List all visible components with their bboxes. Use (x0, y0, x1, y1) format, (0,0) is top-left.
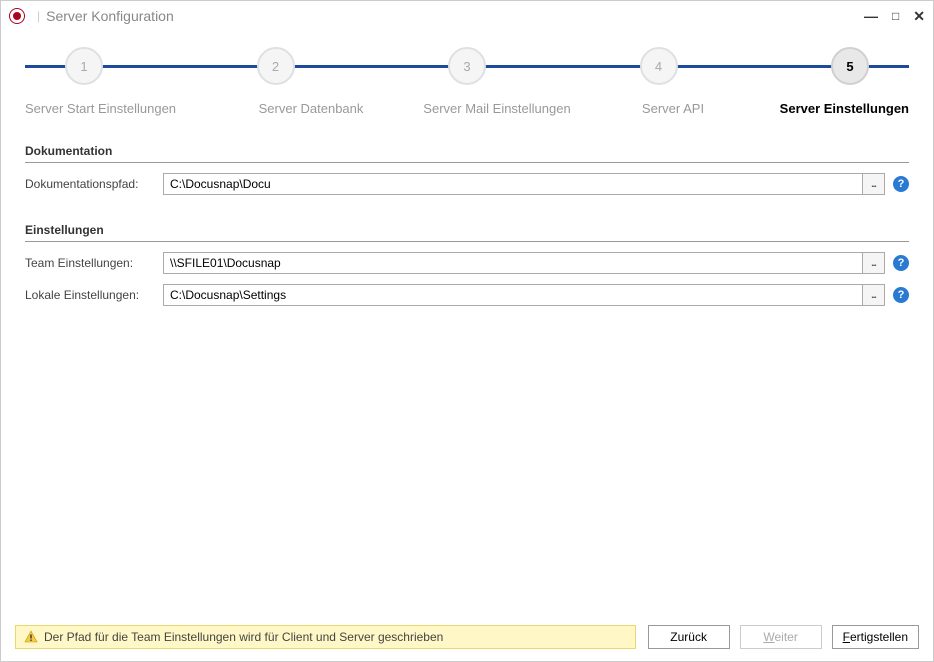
next-button: Weiter (740, 625, 822, 649)
step-circle-4[interactable]: 4 (640, 47, 678, 85)
app-icon (9, 8, 25, 24)
footer-buttons: Zurück Weiter Fertigstellen (648, 625, 919, 649)
step-label-3: Server Mail Einstellungen (397, 101, 597, 116)
back-button[interactable]: Zurück (648, 625, 730, 649)
row-team-settings: Team Einstellungen: ... ? (25, 252, 909, 274)
close-button[interactable]: ✕ (913, 8, 925, 25)
browse-local-settings-button[interactable]: ... (862, 285, 884, 305)
help-icon[interactable]: ? (893, 176, 909, 192)
maximize-button[interactable]: □ (892, 9, 899, 23)
local-settings-input[interactable] (164, 285, 862, 305)
section-title-documentation: Dokumentation (25, 138, 909, 163)
step-circle-3[interactable]: 3 (448, 47, 486, 85)
minimize-button[interactable]: — (864, 8, 878, 24)
step-label-1: Server Start Einstellungen (25, 101, 225, 116)
step-label-4: Server API (603, 101, 743, 116)
label-documentation-path: Dokumentationspfad: (25, 177, 155, 191)
window-title: Server Konfiguration (46, 8, 174, 24)
label-team-settings: Team Einstellungen: (25, 256, 155, 270)
team-settings-input[interactable] (164, 253, 862, 273)
browse-team-settings-button[interactable]: ... (862, 253, 884, 273)
finish-button[interactable]: Fertigstellen (832, 625, 919, 649)
step-circle-2[interactable]: 2 (257, 47, 295, 85)
window-controls: — □ ✕ (864, 8, 925, 25)
label-local-settings: Lokale Einstellungen: (25, 288, 155, 302)
titlebar-separator: | (37, 9, 40, 23)
stepper-labels: Server Start Einstellungen Server Datenb… (25, 101, 909, 116)
help-icon[interactable]: ? (893, 255, 909, 271)
step-circle-5[interactable]: 5 (831, 47, 869, 85)
footer: Der Pfad für die Team Einstellungen wird… (1, 615, 933, 661)
content: 1 2 3 4 5 Server Start Einstellungen Ser… (1, 31, 933, 615)
row-documentation-path: Dokumentationspfad: ... ? (25, 173, 909, 195)
input-group-local-settings: ... (163, 284, 885, 306)
step-label-2: Server Datenbank (231, 101, 391, 116)
warning-icon (24, 630, 38, 644)
section-title-settings: Einstellungen (25, 217, 909, 242)
input-group-team-settings: ... (163, 252, 885, 274)
documentation-path-input[interactable] (164, 174, 862, 194)
row-local-settings: Lokale Einstellungen: ... ? (25, 284, 909, 306)
browse-documentation-path-button[interactable]: ... (862, 174, 884, 194)
step-circle-1[interactable]: 1 (65, 47, 103, 85)
help-icon[interactable]: ? (893, 287, 909, 303)
status-message: Der Pfad für die Team Einstellungen wird… (44, 630, 443, 644)
window: | Server Konfiguration — □ ✕ 1 2 3 4 5 S… (0, 0, 934, 662)
step-label-5: Server Einstellungen (749, 101, 909, 116)
stepper: 1 2 3 4 5 (25, 47, 909, 87)
status-bar: Der Pfad für die Team Einstellungen wird… (15, 625, 636, 649)
input-group-documentation-path: ... (163, 173, 885, 195)
titlebar: | Server Konfiguration — □ ✕ (1, 1, 933, 31)
